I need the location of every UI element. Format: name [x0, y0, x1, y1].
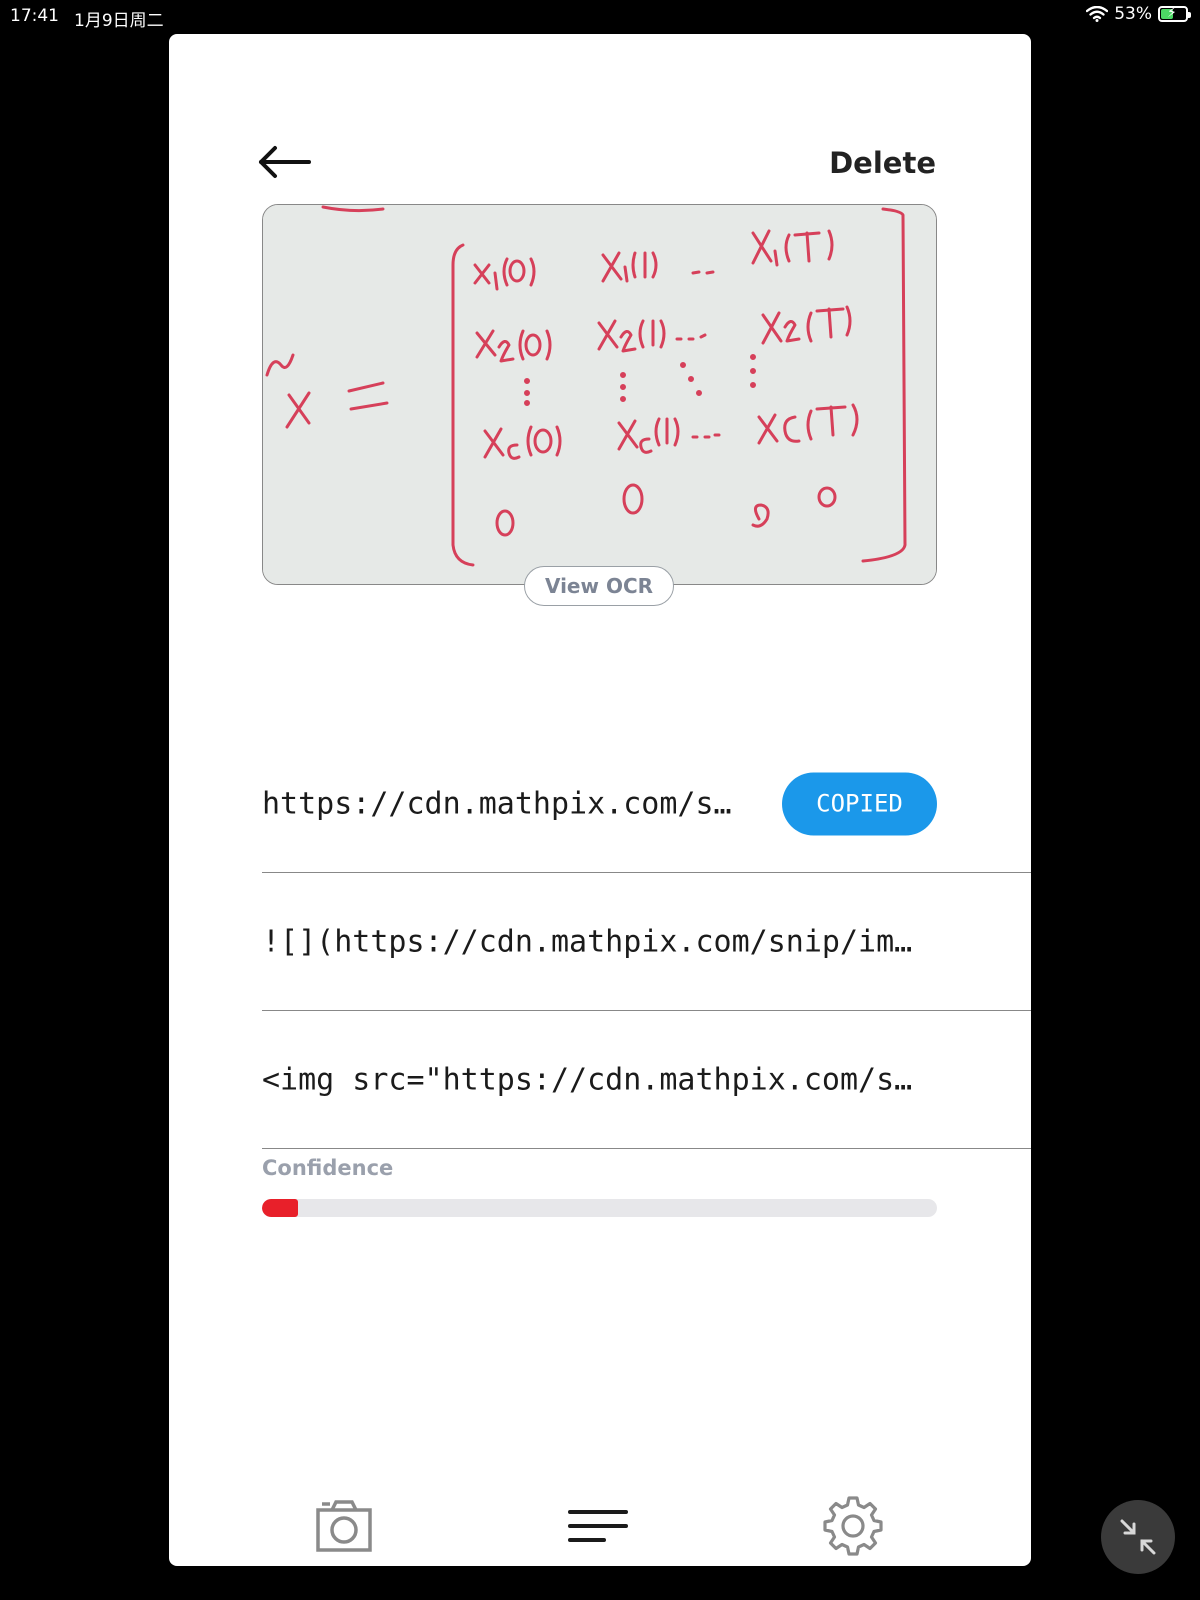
minimize-floating-button[interactable] [1101, 1500, 1175, 1574]
view-ocr-button[interactable]: View OCR [524, 566, 674, 606]
handwritten-matrix-image [263, 205, 936, 584]
collapse-arrows-icon [1120, 1519, 1156, 1555]
tab-bar [169, 1494, 1031, 1566]
status-right: 53% ⚡ [1086, 4, 1191, 24]
battery-percent: 53% [1114, 4, 1152, 24]
confidence-label: Confidence [262, 1156, 394, 1180]
battery-icon: ⚡ [1158, 5, 1191, 22]
tab-camera[interactable] [312, 1494, 376, 1558]
status-date: 1月9日周二 [74, 11, 164, 31]
format-row-markdown[interactable]: ![](https://cdn.mathpix.com/snip/images/… [262, 873, 1031, 1011]
tab-snips[interactable] [566, 1494, 630, 1558]
snip-detail-card: Delete View OCR https://cdn.mathpix.com/… [169, 34, 1031, 1566]
format-url-text: https://cdn.mathpix.com/snip/images/… [262, 786, 742, 821]
delete-button[interactable]: Delete [829, 146, 936, 180]
snip-image[interactable] [262, 204, 937, 585]
back-button[interactable] [257, 142, 313, 182]
camera-icon [316, 1500, 372, 1552]
wifi-icon [1086, 6, 1109, 22]
status-time: 17:41 [10, 6, 59, 26]
arrow-left-icon [259, 146, 311, 178]
charging-bolt-icon: ⚡ [1167, 5, 1177, 21]
format-html-text: <img src="https://cdn.mathpix.com/snip/i… [262, 1062, 922, 1097]
copied-button[interactable]: COPIED [782, 772, 937, 835]
tab-settings[interactable] [821, 1494, 885, 1558]
format-row-url[interactable]: https://cdn.mathpix.com/snip/images/… CO… [262, 735, 1031, 873]
confidence-bar-fill [262, 1199, 298, 1217]
format-row-html[interactable]: <img src="https://cdn.mathpix.com/snip/i… [262, 1011, 1031, 1149]
gear-icon [823, 1496, 883, 1556]
format-markdown-text: ![](https://cdn.mathpix.com/snip/images/… [262, 924, 922, 959]
status-bar: 17:41 1月9日周二 53% ⚡ [0, 0, 1200, 32]
list-icon [568, 1510, 628, 1542]
confidence-bar [262, 1199, 937, 1217]
